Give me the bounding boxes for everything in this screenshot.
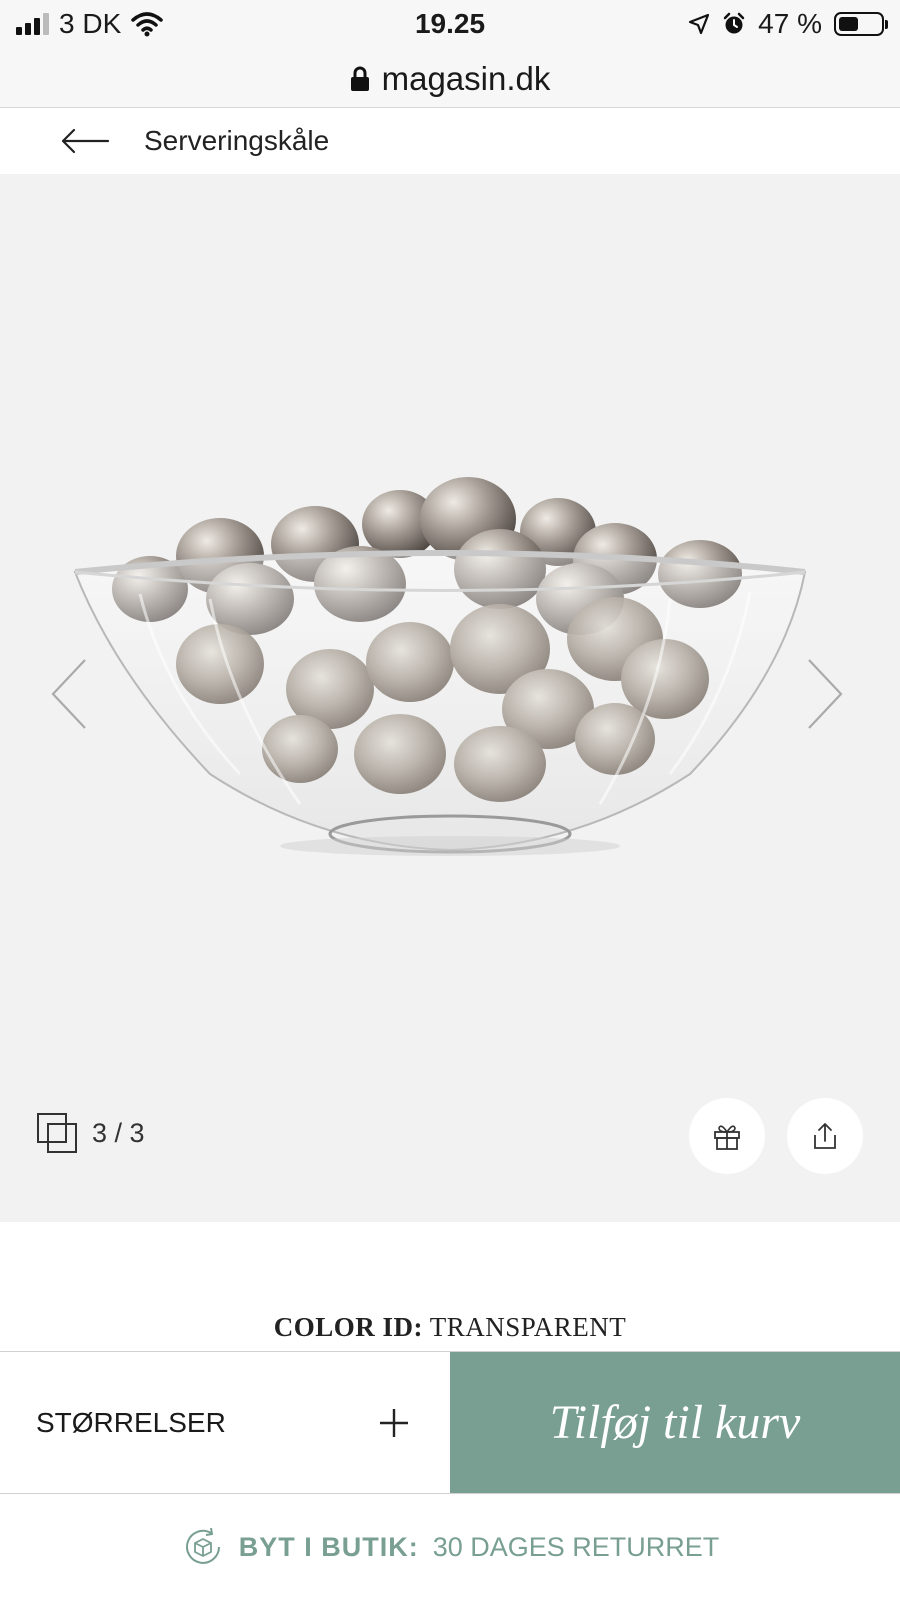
gift-button[interactable] <box>689 1098 765 1174</box>
share-icon <box>814 1123 836 1149</box>
breadcrumb: Serveringskåle <box>0 108 900 174</box>
image-counter-label: 3 / 3 <box>92 1117 145 1148</box>
gallery-prev-button[interactable] <box>44 654 94 734</box>
return-text: 30 DAGES RETURRET <box>432 1531 720 1562</box>
color-id-value: TRANSPARENT <box>429 1312 627 1342</box>
battery-percent: 47 % <box>758 8 822 39</box>
add-to-cart-label: Tilføj til kurv <box>549 1396 801 1449</box>
image-counter: 3 / 3 <box>36 1112 145 1154</box>
location-icon <box>689 13 710 35</box>
back-button[interactable] <box>60 121 124 161</box>
battery-fill <box>839 17 858 31</box>
chevron-left-icon <box>51 659 86 729</box>
breadcrumb-label: Serveringskåle <box>144 125 330 156</box>
color-id: COLOR ID: TRANSPARENT <box>0 1312 900 1343</box>
gift-icon <box>714 1125 740 1150</box>
return-label: BYT I BUTIK: <box>238 1531 419 1562</box>
sizes-toggle[interactable]: STØRRELSER <box>0 1352 450 1493</box>
product-image <box>73 477 807 856</box>
lock-icon <box>350 66 369 91</box>
gallery-icon <box>37 1113 77 1153</box>
share-button[interactable] <box>787 1098 863 1174</box>
alarm-icon <box>723 12 745 34</box>
add-to-cart-button[interactable]: Tilføj til kurv <box>450 1352 900 1493</box>
return-box-icon <box>185 1527 220 1564</box>
plus-icon <box>380 1408 408 1437</box>
status-bar: 3 DK 19.25 47 % <box>0 0 900 50</box>
status-right: 47 % <box>688 8 888 40</box>
arrow-left-icon <box>61 128 110 154</box>
url-bar[interactable]: magasin.dk <box>0 50 900 108</box>
color-id-label: COLOR ID: <box>273 1312 423 1342</box>
battery-icon <box>834 12 888 36</box>
action-row: STØRRELSER Tilføj til kurv <box>0 1351 900 1494</box>
gallery-next-button[interactable] <box>800 654 850 734</box>
url-text: magasin.dk <box>381 59 551 97</box>
product-gallery[interactable]: 3 / 3 <box>0 174 900 1222</box>
chevron-right-icon <box>808 659 843 729</box>
return-info: BYT I BUTIK: 30 DAGES RETURRET <box>0 1494 900 1600</box>
sizes-label: STØRRELSER <box>36 1406 226 1438</box>
